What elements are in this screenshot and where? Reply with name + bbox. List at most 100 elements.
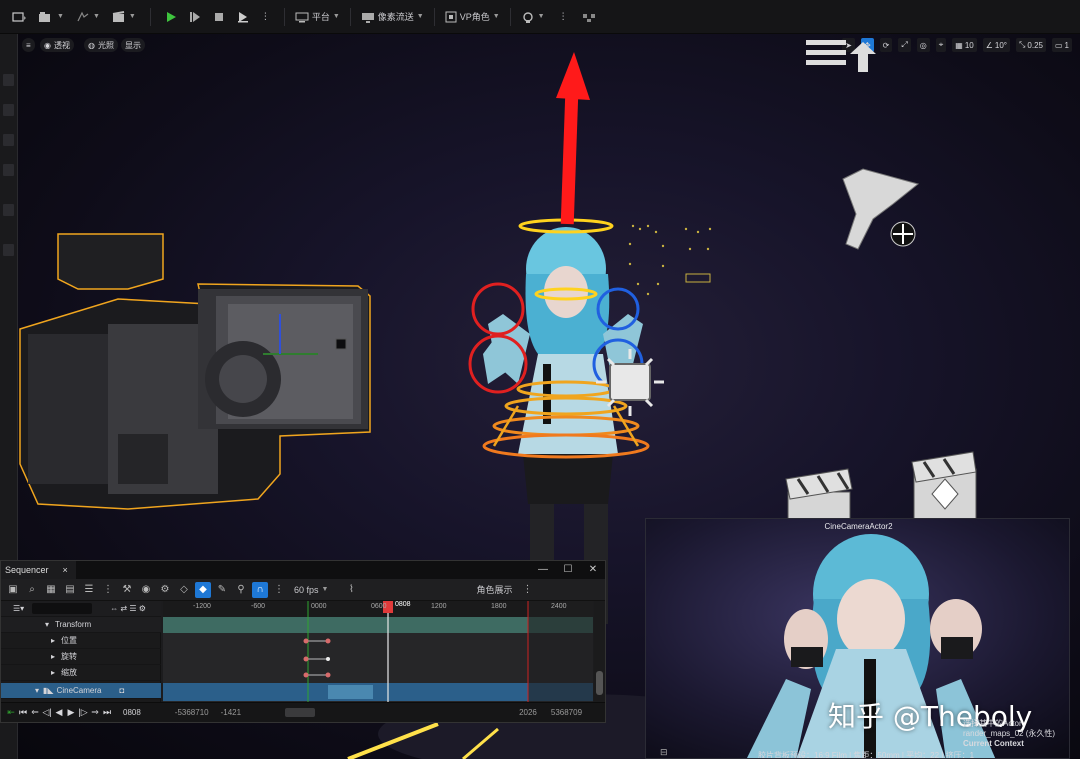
step-frame-icon[interactable] <box>185 7 205 27</box>
camera-preview-window: CineCameraActor2 知乎 @Theboly 选择其中的Actor … <box>645 518 1070 759</box>
close-window-icon[interactable]: ✕ <box>581 561 605 579</box>
track-row-rotation[interactable]: ▸ 旋转 <box>1 649 161 665</box>
strip-tab[interactable] <box>3 104 14 116</box>
jump-start-icon[interactable]: ⏮ <box>17 707 29 718</box>
minimize-icon[interactable]: — <box>531 561 555 579</box>
vcam-helper-icons <box>628 224 712 296</box>
strip-tab[interactable] <box>3 74 14 86</box>
network-icon[interactable] <box>578 7 600 27</box>
pencil-icon[interactable]: ✎ <box>214 582 230 598</box>
translate-gizmo-z-arrow <box>556 52 590 225</box>
pixel-streaming-dropdown[interactable]: 像素流送 ▼ <box>357 7 428 27</box>
transform-tools-icon <box>522 11 533 23</box>
platform-label: 平台 <box>311 12 330 22</box>
timeline-track-area[interactable]: -1200 -600 0000 0600 1200 1800 2400 0808 <box>163 601 593 703</box>
eject-icon[interactable] <box>233 7 253 27</box>
marker-icon[interactable]: ⚲ <box>233 582 249 598</box>
stop-icon[interactable] <box>209 7 229 27</box>
view-start-field[interactable]: -1421 <box>221 708 241 717</box>
save-icon[interactable]: ▣ <box>5 582 21 598</box>
sequencer-titlebar: Sequencer × — ☐ ✕ <box>1 561 605 579</box>
horizontal-scroll-thumb[interactable] <box>285 708 316 717</box>
current-frame-field[interactable]: 0808 <box>123 708 141 717</box>
vertical-scrollbar[interactable] <box>594 601 605 703</box>
prev-key-icon[interactable]: ⇐ <box>29 707 41 718</box>
transform-tools-dropdown[interactable]: ▼ <box>517 7 549 27</box>
ruler-tick-label: -600 <box>251 603 266 610</box>
platform-icon <box>295 12 309 22</box>
maximize-icon[interactable]: ☐ <box>556 561 580 579</box>
range-end-field[interactable]: 5368709 <box>551 708 582 717</box>
timeline-ruler[interactable]: -1200 -600 0000 0600 1200 1800 2400 0808 <box>163 601 593 613</box>
play-icon[interactable] <box>161 7 181 27</box>
camera-lock-icon[interactable]: ◘ <box>119 686 124 695</box>
curve-editor-icon[interactable]: ⌇ <box>343 582 359 598</box>
pin-icon[interactable]: ⊟ <box>660 747 668 758</box>
filter-icon[interactable]: ☰▾ <box>13 604 24 613</box>
vp-role-dropdown[interactable]: VP角色 ▼ <box>441 7 504 27</box>
loop-icon[interactable]: ⇤ <box>5 707 17 718</box>
blueprint-icon[interactable]: ▼ <box>72 7 104 27</box>
ruler-tick-label: 0600 <box>371 603 387 610</box>
step-forward-icon[interactable]: |▷ <box>77 707 89 718</box>
render-movie-icon[interactable]: ▦ <box>43 582 59 598</box>
filmback-info: 胶片背板预设：16:9 Film | 焦距：50mm | 平均：22 | 挤压：… <box>758 751 975 759</box>
view-end-field[interactable]: 2026 <box>519 708 537 717</box>
snap-options-icon[interactable]: ⋮ <box>271 582 287 598</box>
track-options-icon[interactable]: ⇔ ⇄ ☰ ⚙ <box>110 604 146 613</box>
play-reverse-icon[interactable]: ◀ <box>53 707 65 718</box>
find-asset-icon[interactable]: ⌕ <box>24 582 40 598</box>
actions-icon[interactable]: ⋮ <box>100 582 116 598</box>
sequencer-tab[interactable]: Sequencer × <box>1 561 76 579</box>
select-mode-icon[interactable] <box>8 7 30 27</box>
cinecamera-model <box>19 233 371 510</box>
keyframe-icon[interactable]: ◇ <box>176 582 192 598</box>
search-input[interactable] <box>32 603 93 614</box>
expand-icon[interactable]: ⋮ <box>519 582 535 598</box>
current-context-label: Current Context <box>963 739 1024 748</box>
close-tab-icon[interactable]: × <box>63 565 68 575</box>
step-back-icon[interactable]: ◁| <box>41 707 53 718</box>
scrollbar-thumb[interactable] <box>596 671 603 695</box>
pixel-streaming-label: 像素流送 <box>377 12 414 22</box>
more-options-icon[interactable]: ⋮ <box>257 7 274 27</box>
cinematics-icon[interactable]: ▼ <box>108 7 140 27</box>
collapse-arrow-icon: ▸ <box>51 636 56 645</box>
strip-tab[interactable] <box>3 204 14 216</box>
collapse-arrow-icon: ▸ <box>51 652 56 661</box>
sequencer-body: ☰▾ ⇔ ⇄ ☰ ⚙ ▾ Transform ▸ 位置 ▸ 旋转 ▸ 缩放 ▾ <box>1 601 605 703</box>
ruler-tick-label: 2400 <box>551 603 567 610</box>
track-row-location[interactable]: ▸ 位置 <box>1 633 161 649</box>
play-forward-icon[interactable]: ▶ <box>65 707 77 718</box>
camera-track-icon: ▮◣ <box>43 686 54 695</box>
platform-dropdown[interactable]: 平台 ▼ <box>291 7 344 27</box>
preview-title: CineCameraActor2 <box>824 522 893 531</box>
eye-icon[interactable]: ◉ <box>138 582 154 598</box>
strip-tab[interactable] <box>3 244 14 256</box>
outliner-filter-row: ☰▾ ⇔ ⇄ ☰ ⚙ <box>1 601 161 617</box>
range-start-field[interactable]: -5368710 <box>175 708 209 717</box>
toolbar-separator <box>433 7 435 26</box>
more-toolbar-icon[interactable]: ⋮ <box>555 7 572 27</box>
track-label: Transform <box>55 620 92 629</box>
auto-key-icon[interactable]: ◆ <box>195 581 211 598</box>
toolbar-separator <box>509 7 511 26</box>
track-row-transform[interactable]: ▾ Transform <box>1 617 161 633</box>
spot-light-icon <box>842 168 920 250</box>
track-row-camera[interactable]: ▾ ▮◣ CineCamera ◘ <box>1 683 161 699</box>
snap-magnet-icon[interactable]: ∩ <box>252 581 268 598</box>
fps-dropdown[interactable]: 60 fps ▼ <box>290 580 332 600</box>
strip-tab[interactable] <box>3 134 14 146</box>
track-label: 旋转 <box>61 652 78 661</box>
wrench-icon[interactable]: ⚒ <box>119 582 135 598</box>
track-row-scale[interactable]: ▸ 缩放 <box>1 665 161 681</box>
map-name-line: rander_maps_02 (永久性) <box>963 729 1056 738</box>
strip-tab[interactable] <box>3 164 14 176</box>
jump-end-icon[interactable]: ⏭ <box>101 707 113 718</box>
content-icon[interactable]: ▼ <box>34 7 68 27</box>
clapper-icon[interactable]: ▤ <box>62 582 78 598</box>
list-icon[interactable]: ☰ <box>81 582 97 598</box>
settings-icon[interactable]: ⚙ <box>157 582 173 598</box>
next-key-icon[interactable]: ⇒ <box>89 707 101 718</box>
collapse-arrow-icon: ▸ <box>51 668 56 677</box>
